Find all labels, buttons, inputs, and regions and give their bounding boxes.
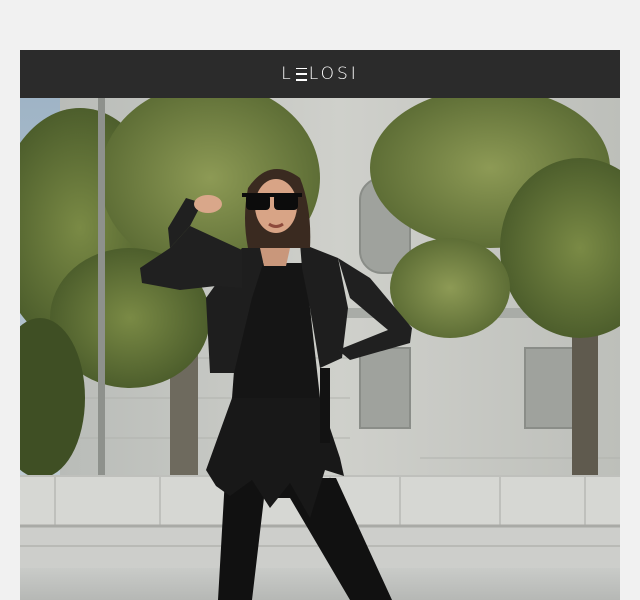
hero-image[interactable]: [20, 98, 620, 600]
logo-text-start: L: [281, 64, 294, 84]
jacket-belt: [320, 368, 330, 443]
hero-photo-illustration: [20, 98, 620, 600]
email-card: L LOSI: [20, 50, 620, 600]
header-bar: L LOSI: [20, 50, 620, 98]
logo-text-end: LOSI: [308, 64, 359, 84]
pavement: [20, 568, 620, 600]
logo-e-glyph: [295, 67, 307, 81]
window: [359, 347, 411, 429]
window: [524, 347, 576, 429]
brand-logo[interactable]: L LOSI: [281, 64, 359, 84]
lamp-pole: [98, 98, 105, 478]
hand-left: [194, 195, 222, 213]
